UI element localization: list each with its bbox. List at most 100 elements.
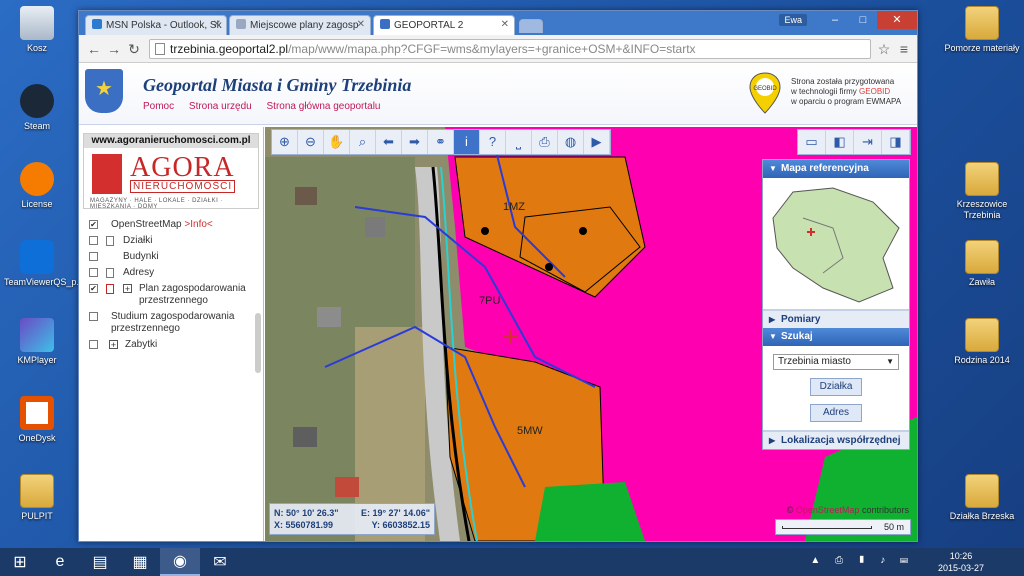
banner-url: www.agoranieruchomosci.com.pl	[84, 134, 258, 148]
desktop-icon-pomorze[interactable]: Pomorze materiały	[940, 6, 1024, 54]
zoom-in-icon[interactable]: ⊕	[272, 130, 298, 154]
layer-checkbox[interactable]	[89, 340, 98, 349]
agora-banner[interactable]: www.agoranieruchomosci.com.pl AGORA NIER…	[83, 133, 259, 210]
tab-close-icon[interactable]: ✕	[213, 19, 221, 30]
maximize-icon[interactable]: □	[849, 11, 877, 29]
scale-bar-line	[782, 526, 872, 529]
new-tab-button[interactable]	[519, 19, 543, 33]
layer-info-link[interactable]: >Info<	[184, 219, 212, 230]
scale-bar: 50 m	[775, 519, 911, 535]
link-pomoc[interactable]: Pomoc	[143, 101, 174, 112]
store-icon[interactable]: ▦	[120, 548, 160, 576]
desktop-icon-kmplayer[interactable]: KMPlayer	[4, 318, 70, 366]
previous-view-icon[interactable]: ⬅	[376, 130, 402, 154]
start-windows-icon[interactable]: ⊞	[0, 548, 40, 576]
clock[interactable]: 10:26 2015-03-27	[938, 550, 984, 574]
zoom-out-icon[interactable]: ⊖	[298, 130, 324, 154]
layer-checkbox[interactable]	[89, 236, 98, 245]
layout-full-icon[interactable]: ▭	[798, 130, 826, 154]
aerial-roof	[317, 307, 341, 327]
layer-checkbox[interactable]: ✔	[89, 220, 98, 229]
link-strona-urzedu[interactable]: Strona urzędu	[189, 101, 252, 112]
zoom-extent-icon[interactable]: ⌕	[350, 130, 376, 154]
close-window-icon[interactable]: ✕	[877, 11, 917, 29]
legend-doc-icon[interactable]	[106, 268, 114, 278]
file-explorer-icon[interactable]: ▤	[80, 548, 120, 576]
search-address-button[interactable]: Adres	[810, 404, 862, 422]
sidebar-scrollbar[interactable]	[255, 313, 261, 373]
print-icon[interactable]: ⎙	[532, 130, 558, 154]
zone-label-1mz: 1MZ	[503, 201, 525, 213]
geobid-logo-icon[interactable]: GEOBID	[747, 71, 783, 115]
chrome-icon[interactable]: ◉	[160, 548, 200, 576]
back-arrow-icon[interactable]: ←	[85, 40, 103, 58]
desktop-icon-zawila[interactable]: Zawiła	[940, 240, 1024, 288]
expand-arrow-icon: ▶	[769, 436, 776, 445]
measure-icon[interactable]: ⎵	[506, 130, 532, 154]
expand-plus-icon[interactable]: +	[109, 340, 118, 350]
tab-geoportal[interactable]: GEOPORTAL 2 ✕	[373, 15, 515, 35]
pan-hand-icon[interactable]: ✋	[324, 130, 350, 154]
internet-explorer-icon[interactable]: e	[40, 548, 80, 576]
link-strona-glowna[interactable]: Strona główna geoportalu	[267, 101, 381, 112]
map-view[interactable]: 1MZ 7PU 5MW ⊕ ⊖ ✋ ⌕ ⬅ ➡ ⚭ i ? ⎵ ⎙ ◍ ▶ ▭ …	[265, 127, 917, 541]
minimap-canvas[interactable]	[763, 178, 909, 310]
desktop-icon-onedysk[interactable]: OneDysk	[4, 396, 70, 444]
globe-icon[interactable]: ◍	[558, 130, 584, 154]
search-area-select[interactable]: Trzebinia miasto ▼	[773, 354, 899, 370]
bookmark-star-icon[interactable]: ☆	[875, 40, 893, 58]
desktop-icon-dzialka-brzeska[interactable]: Działka Brzeska	[940, 474, 1024, 522]
search-parcel-button[interactable]: Działka	[810, 378, 862, 396]
aerial-roof	[293, 427, 317, 447]
tab-miejscowe-plany[interactable]: Miejscowe plany zagosp ✕	[229, 15, 371, 35]
reference-minimap[interactable]	[763, 178, 909, 310]
layer-checkbox[interactable]	[89, 268, 98, 277]
kmplayer-icon	[20, 318, 54, 352]
layer-checkbox[interactable]: ✔	[89, 284, 98, 293]
layout-right-icon[interactable]: ◨	[882, 130, 910, 154]
desktop-icon-recycle-bin[interactable]: Kosz	[4, 6, 70, 54]
osm-credit-link[interactable]: OpenStreetMap	[796, 505, 860, 515]
tray-icons[interactable]: ▲ ⎙ ▮ ♪ ⌨	[810, 555, 914, 566]
search-header[interactable]: ▼ Szukaj	[763, 328, 909, 346]
legend-doc-icon[interactable]	[106, 284, 114, 294]
link-icon[interactable]: ⚭	[428, 130, 454, 154]
minimize-icon[interactable]: –	[821, 11, 849, 29]
minimap-header[interactable]: ▼ Mapa referencyjna	[763, 160, 909, 178]
expand-plus-icon[interactable]: +	[123, 284, 132, 294]
forward-arrow-icon[interactable]: →	[105, 40, 123, 58]
next-view-icon[interactable]: ➡	[402, 130, 428, 154]
desktop-icon-steam[interactable]: Steam	[4, 84, 70, 132]
site-title: Geoportal Miasta i Gminy Trzebinia	[143, 75, 412, 95]
info-icon[interactable]: i	[454, 130, 480, 154]
query-icon[interactable]: ?	[480, 130, 506, 154]
desktop-icon-krzeszowice[interactable]: Krzeszowice Trzebinia	[940, 162, 1024, 221]
user-badge[interactable]: Ewa	[779, 14, 807, 26]
measure-header[interactable]: ▶ Pomiary	[763, 310, 909, 328]
tab-close-icon[interactable]: ✕	[357, 19, 365, 30]
tab-bar: MSN Polska - Outlook, Sk ✕ Miejscowe pla…	[79, 11, 917, 35]
mail-icon[interactable]: ✉	[200, 548, 240, 576]
tab-msn[interactable]: MSN Polska - Outlook, Sk ✕	[85, 15, 227, 35]
tab-close-icon[interactable]: ✕	[501, 19, 509, 30]
export-icon[interactable]: ⇥	[854, 130, 882, 154]
menu-icon[interactable]: ≡	[895, 40, 913, 58]
coord-n: N: 50° 10' 26.3"	[274, 508, 339, 518]
desktop-icon-license[interactable]: License	[4, 162, 70, 210]
window-controls: – □ ✕	[821, 11, 917, 29]
coordinates-readout: N: 50° 10' 26.3" E: 19° 27' 14.06" X: 556…	[269, 503, 435, 535]
desktop-icon-rodzina[interactable]: Rodzina 2014	[940, 318, 1024, 366]
collapse-arrow-icon: ▼	[769, 164, 777, 173]
layout-left-icon[interactable]: ◧	[826, 130, 854, 154]
layers-list: ✔ OpenStreetMap >Info< Działki Budynki A…	[79, 217, 263, 353]
camera-icon[interactable]: ▶	[584, 130, 610, 154]
coord-location-header[interactable]: ▶ Lokalizacja współrzędnej	[763, 431, 909, 449]
desktop-icon-teamviewer[interactable]: TeamViewerQS_p...	[4, 240, 84, 288]
legend-doc-icon[interactable]	[106, 236, 114, 246]
desktop-icon-pulpit[interactable]: PULPIT	[4, 474, 70, 522]
layer-checkbox[interactable]	[89, 252, 98, 261]
reload-icon[interactable]: ↻	[125, 40, 143, 58]
layer-checkbox[interactable]	[89, 312, 98, 321]
url-input[interactable]: trzebinia.geoportal2.pl/map/www/mapa.php…	[149, 39, 871, 59]
avast-icon	[20, 162, 54, 196]
